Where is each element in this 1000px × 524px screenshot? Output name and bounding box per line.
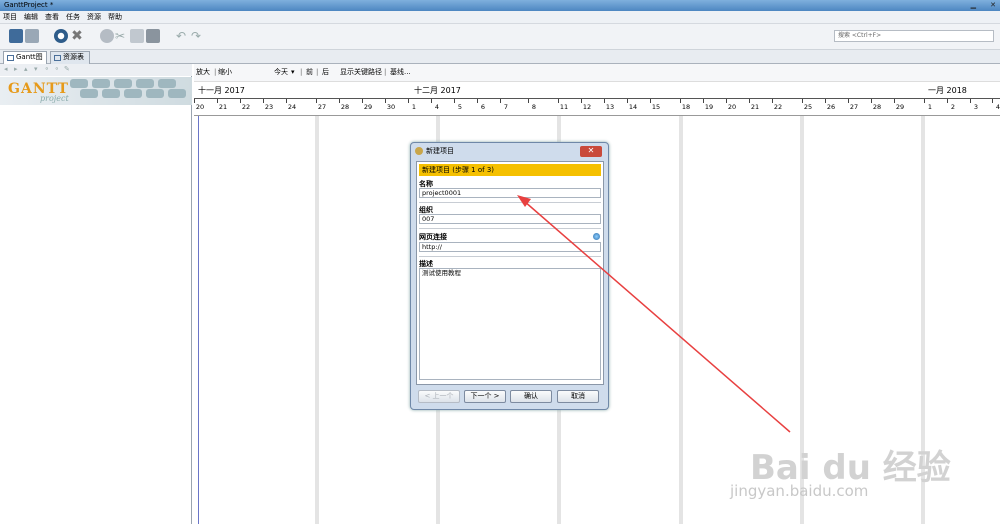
watermark-url: jingyan.baidu.com <box>730 482 869 500</box>
baidu-watermark: Bai du 经验 jingyan.baidu.com <box>730 440 980 500</box>
